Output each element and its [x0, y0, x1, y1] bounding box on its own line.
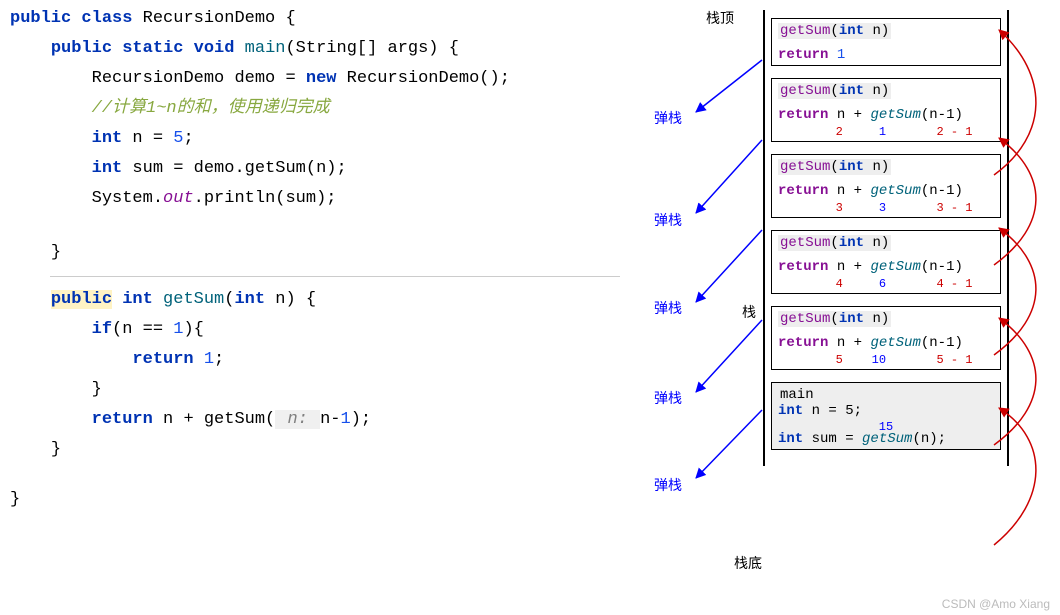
stack-frame: getSum(int n) return 1 — [771, 18, 1001, 66]
code-line — [10, 214, 620, 238]
pop-arrow — [696, 230, 762, 302]
watermark: CSDN @Amo Xiang — [942, 597, 1050, 611]
stack-frame-main: main int n = 5; 15 int sum = getSum(n); — [771, 382, 1001, 450]
stack-frame: getSum(int n) return n + getSum(n-1) 2 1… — [771, 78, 1001, 142]
pop-label: 弹栈 — [654, 298, 682, 318]
pop-arrow — [696, 320, 762, 392]
stack-bottom-label: 栈底 — [734, 553, 762, 573]
code-line: } — [10, 435, 620, 465]
code-line: } — [10, 485, 620, 515]
code-line: } — [10, 238, 620, 268]
code-line: public static void main(String[] args) { — [10, 34, 620, 64]
pop-arrow — [696, 140, 762, 213]
stack-mid-label: 栈 — [742, 302, 756, 322]
code-line: return n + getSum( n: n-1); — [10, 405, 620, 435]
code-line — [10, 465, 620, 485]
code-line: int n = 5; — [10, 124, 620, 154]
pop-arrow — [696, 410, 762, 478]
code-line: RecursionDemo demo = new RecursionDemo()… — [10, 64, 620, 94]
pop-label: 弹栈 — [654, 210, 682, 230]
code-line: public class RecursionDemo { — [10, 4, 620, 34]
code-panel: public class RecursionDemo { public stat… — [0, 0, 620, 515]
code-line: //计算1~n的和，使用递归完成 — [10, 94, 620, 124]
stack-frame: getSum(int n) return n + getSum(n-1) 4 6… — [771, 230, 1001, 294]
stack-container: getSum(int n) return 1 getSum(int n) ret… — [763, 10, 1009, 466]
code-line: } — [10, 375, 620, 405]
pop-label: 弹栈 — [654, 108, 682, 128]
code-line: public int getSum(int n) { — [10, 285, 620, 315]
code-line: System.out.println(sum); — [10, 184, 620, 214]
stack-frame: getSum(int n) return n + getSum(n-1) 5 1… — [771, 306, 1001, 370]
pop-arrow — [696, 60, 762, 112]
stack-frame: getSum(int n) return n + getSum(n-1) 3 3… — [771, 154, 1001, 218]
pop-label: 弹栈 — [654, 388, 682, 408]
code-line: return 1; — [10, 345, 620, 375]
pop-label: 弹栈 — [654, 475, 682, 495]
code-line: if(n == 1){ — [10, 315, 620, 345]
stack-top-label: 栈顶 — [706, 8, 734, 28]
stack-panel: 栈顶 栈底 栈 弹栈 弹栈 弹栈 弹栈 弹栈 getSum(int n) ret… — [634, 0, 1054, 615]
divider — [50, 276, 620, 277]
code-line: int sum = demo.getSum(n); — [10, 154, 620, 184]
